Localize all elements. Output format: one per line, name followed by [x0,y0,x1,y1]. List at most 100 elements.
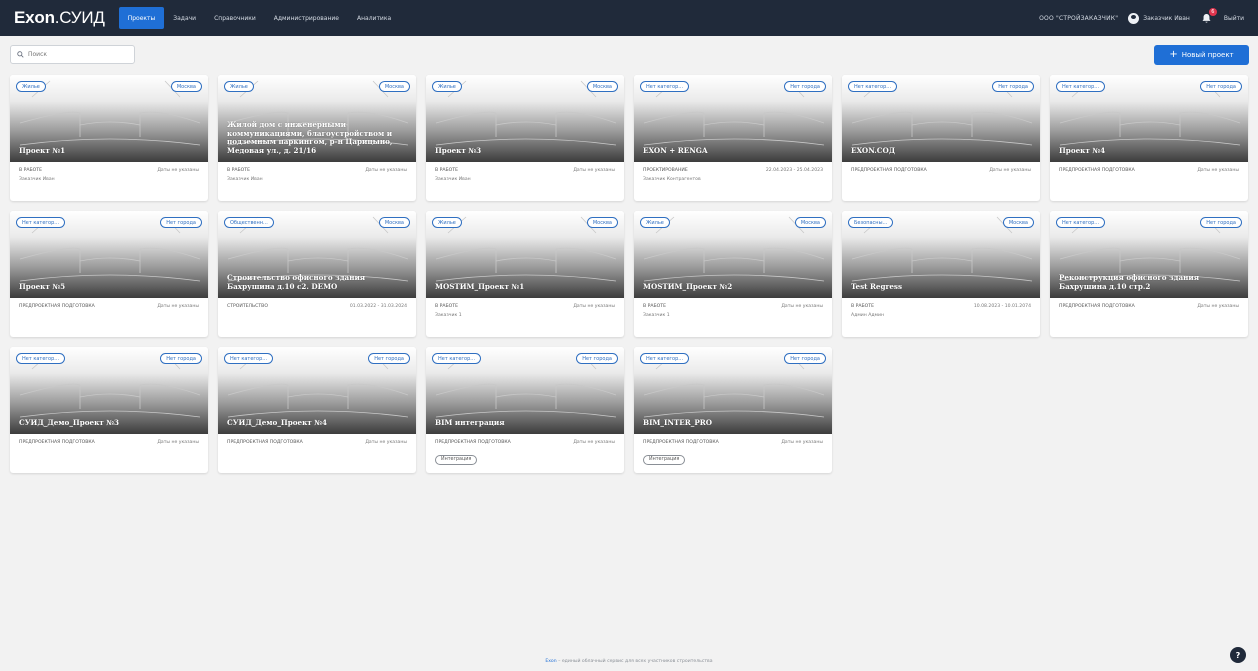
organization-name[interactable]: ООО "СТРОЙЗАКАЗЧИК" [1039,15,1118,22]
project-status: Предпроектная подготовка [19,304,95,309]
project-title[interactable]: EXON + RENGA [643,146,822,155]
project-title[interactable]: MOSTИМ_Проект №1 [435,282,614,291]
project-title[interactable]: Реконструкция офисного здания Бахрушина … [1059,274,1238,291]
project-card[interactable]: Нет категор... Нет города Проект №5 Предпро… [10,211,208,337]
nav-item-projects[interactable]: Проекты [118,7,165,29]
project-title[interactable]: СУИД_Демо_Проект №4 [227,418,406,427]
city-tag: Москва [378,81,410,92]
help-button[interactable]: ? [1230,647,1246,663]
project-card[interactable]: Нет категор... Нет города СУИД_Демо_Проект… [218,347,416,473]
project-cover[interactable]: Жилье Москва Жилой дом с инженерными комму… [218,75,416,162]
project-title[interactable]: Проект №3 [435,146,614,155]
project-meta: В работе Даты не указаны [218,162,416,173]
project-owner: Заказчик 1 [435,313,462,318]
city-tag: Нет города [784,353,826,364]
project-title[interactable]: Test Regress [851,282,1030,291]
project-cover[interactable]: Нет категор... Нет города BIM интеграция [426,347,624,434]
category-tag: Нет категор... [1056,81,1106,92]
project-title[interactable]: MOSTИМ_Проект №2 [643,282,822,291]
project-card[interactable]: Нет категор... Нет города BIM интеграция Пр… [426,347,624,473]
project-owner: Заказчик Иван [435,177,471,182]
footer-brand-link[interactable]: Exon [545,659,556,664]
city-tag: Москва [586,217,618,228]
project-card[interactable]: Безопасны... Москва Test Regress В работе 10… [842,211,1040,337]
nav-item-administration[interactable]: Администрирование [265,7,348,29]
user-menu[interactable]: Заказчик Иван [1128,12,1190,24]
project-dates: Даты не указаны [365,440,407,445]
project-dates: Даты не указаны [781,304,823,309]
new-project-button[interactable]: + Новый проект [1154,45,1249,65]
project-card[interactable]: Жилье Москва Проект №1 В работе Даты не указ… [10,75,208,201]
project-meta: В работе Даты не указаны [426,298,624,309]
project-card[interactable]: Нет категор... Нет города EXON.СОД Предпрое… [842,75,1040,201]
search-box[interactable] [10,45,135,64]
project-status: Предпроектная подготовка [643,440,719,445]
project-title[interactable]: EXON.СОД [851,146,1030,155]
project-card[interactable]: Жилье Москва Жилой дом с инженерными комму… [218,75,416,201]
project-title[interactable]: BIM_INTER_PRO [643,418,822,427]
project-card[interactable]: Нет категор... Нет города EXON + RENGA Прое… [634,75,832,201]
category-tag: Нет категор... [640,81,690,92]
city-tag: Нет города [368,353,410,364]
project-title[interactable]: Строительство офисного здания Бахрушина … [227,274,406,291]
nav-item-analytics[interactable]: Аналитика [348,7,400,29]
project-meta: Предпроектная подготовка Даты не указаны [10,298,208,309]
project-cover[interactable]: Нет категор... Нет города EXON + RENGA [634,75,832,162]
city-tag: Москва [170,81,202,92]
project-cover[interactable]: Нет категор... Нет города СУИД_Демо_Проект… [218,347,416,434]
project-cover[interactable]: Нет категор... Нет города BIM_INTER_PRO [634,347,832,434]
project-card[interactable]: Нет категор... Нет города BIM_INTER_PRO Пре… [634,347,832,473]
city-tag: Нет города [1200,217,1242,228]
project-title[interactable]: Проект №4 [1059,146,1238,155]
project-cover[interactable]: Жилье Москва MOSTИМ_Проект №1 [426,211,624,298]
project-status: В работе [643,304,667,309]
project-cover[interactable]: Общественн... Москва Строительство офисног… [218,211,416,298]
project-status: В работе [227,168,251,173]
category-tag: Жилье [16,81,46,92]
project-cover[interactable]: Нет категор... Нет города СУИД_Демо_Проект… [10,347,208,434]
project-label-chip[interactable]: Интеграция [643,454,686,465]
project-dates: Даты не указаны [157,440,199,445]
search-input[interactable] [28,51,128,58]
project-title[interactable]: Жилой дом с инженерными коммуникациями, … [227,121,406,155]
project-cover[interactable]: Нет категор... Нет города EXON.СОД [842,75,1040,162]
category-tag: Жилье [432,217,462,228]
notifications-button[interactable]: 6 [1200,8,1217,25]
project-owner: Заказчик Иван [19,177,55,182]
footer-text: – единый облачный сервис для всех участн… [556,659,713,664]
project-title[interactable]: Проект №1 [19,146,198,155]
project-card[interactable]: Жилье Москва Проект №3 В работе Даты не указ… [426,75,624,201]
project-title[interactable]: СУИД_Демо_Проект №3 [19,418,198,427]
app-logo[interactable]: Exon.СУИД [14,8,105,28]
project-card[interactable]: Жилье Москва MOSTИМ_Проект №1 В работе Даты … [426,211,624,337]
nav-item-references[interactable]: Справочники [205,7,265,29]
category-tag: Общественн... [224,217,274,228]
project-title[interactable]: Проект №5 [19,282,198,291]
project-meta: В работе 10.08.2023 - 10.01.2074 [842,298,1040,309]
project-cover[interactable]: Безопасны... Москва Test Regress [842,211,1040,298]
project-card[interactable]: Жилье Москва MOSTИМ_Проект №2 В работе Даты … [634,211,832,337]
nav-item-tasks[interactable]: Задачи [164,7,205,29]
project-cover[interactable]: Нет категор... Нет города Проект №4 [1050,75,1248,162]
project-cover[interactable]: Жилье Москва Проект №3 [426,75,624,162]
project-label-chip[interactable]: Интеграция [435,454,478,465]
project-cover[interactable]: Жилье Москва Проект №1 [10,75,208,162]
project-cover[interactable]: Нет категор... Нет города Проект №5 [10,211,208,298]
project-dates: Даты не указаны [781,440,823,445]
project-card[interactable]: Общественн... Москва Строительство офисног… [218,211,416,337]
project-dates: Даты не указаны [989,168,1031,173]
project-status: Предпроектная подготовка [1059,304,1135,309]
project-title[interactable]: BIM интеграция [435,418,614,427]
project-dates: Даты не указаны [573,304,615,309]
project-meta: Предпроектная подготовка Даты не указаны [1050,162,1248,173]
project-cover[interactable]: Жилье Москва MOSTИМ_Проект №2 [634,211,832,298]
main-nav: Проекты Задачи Справочники Администриров… [118,0,400,36]
project-card[interactable]: Нет категор... Нет города Проект №4 Предпро… [1050,75,1248,201]
project-meta: В работе Даты не указаны [10,162,208,173]
project-dates: 01.03.2022 - 31.03.2024 [349,304,407,309]
logout-button[interactable]: Выйти [1224,15,1244,22]
project-cover[interactable]: Нет категор... Нет города Реконструкция оф… [1050,211,1248,298]
project-card[interactable]: Нет категор... Нет города Реконструкция оф… [1050,211,1248,337]
project-card[interactable]: Нет категор... Нет города СУИД_Демо_Проект… [10,347,208,473]
city-tag: Москва [1002,217,1034,228]
